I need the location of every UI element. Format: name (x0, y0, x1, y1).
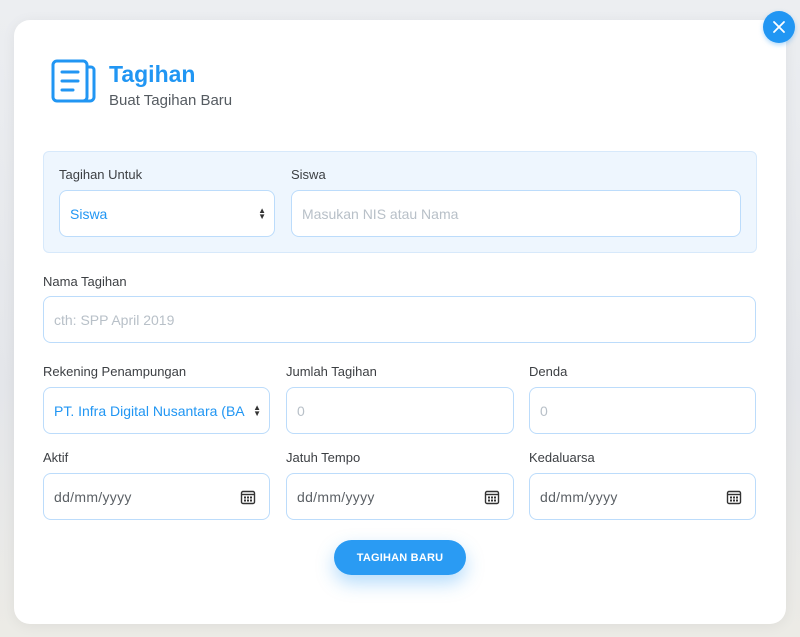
calendar-icon[interactable] (725, 488, 743, 506)
bill-name-input[interactable] (43, 296, 756, 343)
document-list-icon (51, 59, 96, 103)
modal-subtitle: Buat Tagihan Baru (109, 92, 233, 109)
target-select-value: Siswa (70, 205, 108, 222)
select-caret-icon: ▲ ▼ (253, 402, 261, 418)
account-label: Rekening Penampungan (43, 364, 187, 379)
amount-input[interactable] (286, 387, 514, 434)
student-search-input[interactable] (291, 190, 741, 237)
calendar-icon[interactable] (239, 488, 257, 506)
due-date-label: Jatuh Tempo (286, 450, 361, 465)
expiry-date-value: dd/mm/yyyy (540, 488, 618, 505)
target-label: Tagihan Untuk (59, 167, 143, 182)
target-select[interactable]: Siswa ▲ ▼ (59, 190, 275, 237)
select-caret-icon: ▲ ▼ (258, 205, 266, 221)
due-date-value: dd/mm/yyyy (297, 488, 375, 505)
active-date-label: Aktif (43, 450, 69, 465)
active-date-value: dd/mm/yyyy (54, 488, 132, 505)
penalty-input[interactable] (529, 387, 756, 434)
amount-label: Jumlah Tagihan (286, 364, 377, 379)
expiry-date-input[interactable]: dd/mm/yyyy (529, 473, 756, 520)
create-bill-button[interactable]: TAGIHAN BARU (334, 540, 466, 575)
close-icon (773, 21, 785, 33)
penalty-label: Denda (529, 364, 568, 379)
modal-title: Tagihan (109, 61, 196, 87)
due-date-input[interactable]: dd/mm/yyyy (286, 473, 514, 520)
account-select[interactable]: PT. Infra Digital Nusantara (BA ▲ ▼ (43, 387, 270, 434)
active-date-input[interactable]: dd/mm/yyyy (43, 473, 270, 520)
expiry-date-label: Kedaluarsa (529, 450, 595, 465)
close-button[interactable] (763, 11, 795, 43)
calendar-icon[interactable] (483, 488, 501, 506)
account-select-value: PT. Infra Digital Nusantara (BA (54, 402, 245, 419)
bill-name-label: Nama Tagihan (43, 274, 127, 289)
student-label: Siswa (291, 167, 326, 182)
